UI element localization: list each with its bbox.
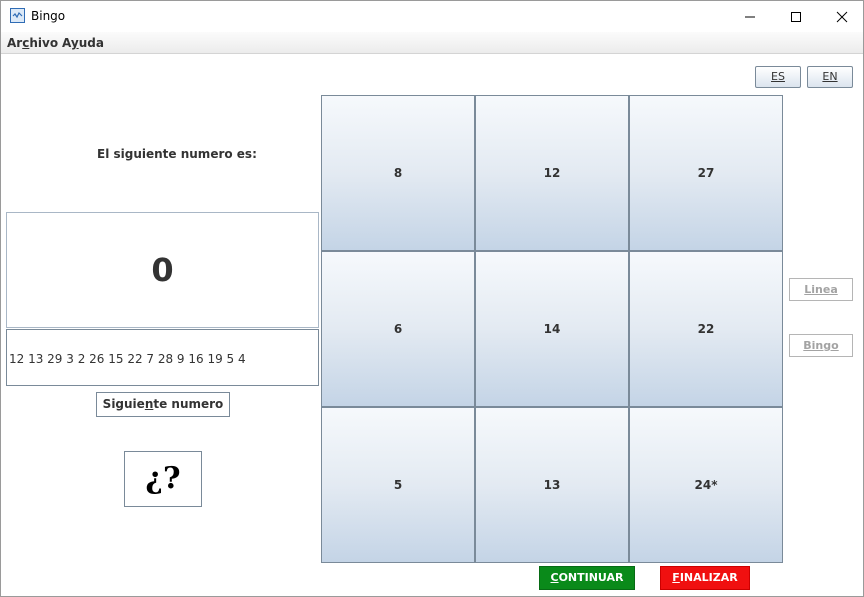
card-cell[interactable]: 8	[321, 95, 475, 251]
card-cell[interactable]: 12	[475, 95, 629, 251]
question-marks-icon: ¿?	[145, 461, 181, 496]
maximize-button[interactable]	[773, 1, 819, 32]
menu-ayuda-mnemonic: y	[70, 36, 79, 50]
mystery-image: ¿?	[124, 451, 202, 507]
current-number-panel: 0	[6, 212, 319, 328]
card-cell[interactable]: 14	[475, 251, 629, 407]
lang-en-button[interactable]: EN	[807, 66, 853, 88]
next-number-button-label-a: Siguie	[102, 397, 145, 411]
close-icon	[836, 11, 848, 23]
card-cell[interactable]: 24*	[629, 407, 783, 563]
finalizar-button[interactable]: FINALIZAR	[660, 566, 750, 590]
close-button[interactable]	[819, 1, 864, 32]
next-number-label: El siguiente numero es:	[97, 147, 257, 161]
menu-archivo-label-a: Ar	[7, 36, 23, 50]
continuar-label: ONTINUAR	[558, 571, 624, 584]
window-title: Bingo	[31, 9, 66, 23]
title-bar[interactable]: Bingo	[1, 1, 863, 32]
bingo-window: Bingo Archivo Ayuda ES EN El siguiente n…	[0, 0, 864, 597]
menu-bar: Archivo Ayuda	[1, 32, 863, 54]
drawn-numbers-panel: 12 13 29 3 2 26 15 22 7 28 9 16 19 5 4	[6, 329, 319, 386]
lang-es-button[interactable]: ES	[755, 66, 801, 88]
current-number: 0	[151, 251, 174, 289]
maximize-icon	[791, 12, 801, 22]
menu-archivo[interactable]: Archivo	[7, 36, 58, 50]
minimize-icon	[745, 16, 755, 18]
bingo-card: 8 12 27 6 14 22 5 13 24*	[321, 95, 783, 563]
card-cell[interactable]: 27	[629, 95, 783, 251]
menu-ayuda-label-b: uda	[78, 36, 104, 50]
menu-ayuda-label-a: A	[62, 36, 71, 50]
bingo-button[interactable]: Bingo	[789, 334, 853, 357]
card-cell[interactable]: 5	[321, 407, 475, 563]
menu-archivo-label-b: hivo	[29, 36, 59, 50]
linea-button[interactable]: Linea	[789, 278, 853, 301]
continuar-button[interactable]: CONTINUAR	[539, 566, 635, 590]
finalizar-mnemonic: F	[672, 571, 680, 584]
continuar-mnemonic: C	[550, 571, 559, 584]
card-cell[interactable]: 13	[475, 407, 629, 563]
finalizar-label: INALIZAR	[679, 571, 738, 584]
app-icon	[10, 8, 25, 23]
next-number-button-label-b: te numero	[153, 397, 224, 411]
next-number-button[interactable]: Siguiente numero	[96, 392, 230, 417]
card-cell[interactable]: 6	[321, 251, 475, 407]
minimize-button[interactable]	[727, 1, 773, 32]
card-cell[interactable]: 22	[629, 251, 783, 407]
menu-ayuda[interactable]: Ayuda	[62, 36, 104, 50]
drawn-numbers-list: 12 13 29 3 2 26 15 22 7 28 9 16 19 5 4	[9, 352, 246, 366]
